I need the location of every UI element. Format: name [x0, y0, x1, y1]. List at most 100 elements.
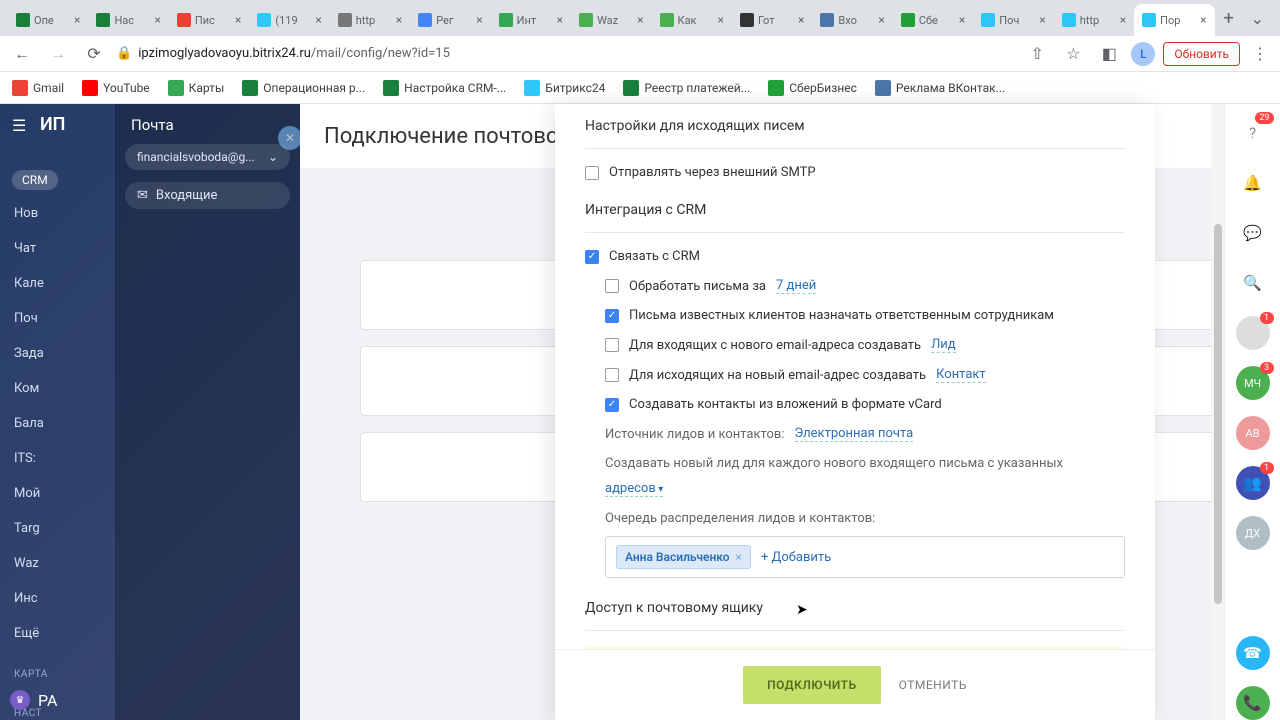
sidebar-item[interactable]: Ком [0, 371, 115, 406]
browser-tab[interactable]: Пор× [1134, 4, 1214, 36]
close-icon[interactable]: ✕ [278, 126, 300, 150]
bookmark-item[interactable]: Настройка CRM-... [383, 80, 506, 96]
close-icon[interactable]: × [878, 13, 884, 27]
sidebar-item[interactable]: Чат [0, 231, 115, 266]
close-icon[interactable]: × [798, 13, 804, 27]
phone-icon[interactable]: 📞 [1236, 686, 1270, 720]
connect-button[interactable]: ПОДКЛЮЧИТЬ [743, 666, 881, 704]
browser-tab[interactable]: http× [330, 4, 410, 36]
star-icon[interactable]: ☆ [1059, 40, 1087, 68]
sidebar-item[interactable]: Зада [0, 336, 115, 371]
extension-icon[interactable]: ◧ [1095, 40, 1123, 68]
add-user-button[interactable]: + Добавить [761, 550, 831, 565]
help-icon[interactable]: ?29 [1236, 116, 1270, 150]
bookmark-item[interactable]: Реклама ВКонтак... [875, 80, 1005, 96]
bookmark-item[interactable]: Gmail [12, 80, 64, 96]
new-tab-button[interactable]: + [1215, 4, 1243, 32]
link-crm-checkbox[interactable] [585, 250, 599, 264]
mail-account-dropdown[interactable]: financialsvoboda@g... ⌄ ✕ [125, 144, 290, 170]
sidebar-item[interactable]: Targ [0, 511, 115, 546]
newlead-dropdown[interactable]: адресов [605, 481, 663, 497]
search-icon[interactable]: 🔍 [1236, 266, 1270, 300]
sidebar-item[interactable]: ITS: [0, 441, 115, 476]
bookmark-item[interactable]: YouTube [82, 80, 150, 96]
process-days-link[interactable]: 7 дней [776, 278, 816, 294]
bell-icon[interactable]: 🔔 [1236, 166, 1270, 200]
browser-tab[interactable]: Рег× [410, 4, 490, 36]
incoming-checkbox[interactable] [605, 338, 619, 352]
browser-tab[interactable]: Как× [652, 4, 732, 36]
browser-tab[interactable]: Пис× [169, 4, 249, 36]
bookmark-item[interactable]: Битрикс24 [524, 80, 605, 96]
outgoing-checkbox[interactable] [605, 368, 619, 382]
contact-avatar[interactable]: МЧ3 [1236, 366, 1270, 400]
cancel-button[interactable]: ОТМЕНИТЬ [899, 678, 967, 692]
reload-button[interactable]: ⟳ [80, 40, 108, 68]
sidebar-item[interactable]: Бала [0, 406, 115, 441]
sidebar-item[interactable]: Waz [0, 546, 115, 581]
menu-icon[interactable]: ⋮ [1248, 44, 1272, 63]
process-mail-checkbox[interactable] [605, 279, 619, 293]
source-link[interactable]: Электронная почта [795, 426, 914, 442]
queue-tagbox[interactable]: Анна Васильченко × + Добавить [605, 536, 1125, 578]
close-icon[interactable]: × [1200, 13, 1206, 27]
back-button[interactable]: ← [8, 40, 36, 68]
contact-avatar[interactable]: 1 [1236, 316, 1270, 350]
browser-tab[interactable]: (119× [249, 4, 329, 36]
close-icon[interactable]: × [1039, 13, 1045, 27]
sidebar-item[interactable]: Нов [0, 196, 115, 231]
browser-tab[interactable]: Вхо× [812, 4, 892, 36]
sidebar-item[interactable]: Ещё [0, 616, 115, 651]
sidebar-item[interactable]: Кале [0, 266, 115, 301]
close-icon[interactable]: × [154, 13, 160, 27]
browser-tab[interactable]: Опе× [8, 4, 88, 36]
sidebar-footer[interactable]: ♛ РА [10, 690, 57, 710]
sidebar-item[interactable]: Поч [0, 301, 115, 336]
group-icon[interactable]: 👥1 [1236, 466, 1270, 500]
lines-icon[interactable]: ☎ [1236, 636, 1270, 670]
profile-avatar[interactable]: L [1131, 42, 1155, 66]
scrollbar-track[interactable] [1211, 104, 1224, 720]
browser-tab[interactable]: Поч× [973, 4, 1053, 36]
sidebar-item[interactable]: Мой [0, 476, 115, 511]
tabs-dropdown[interactable]: ⌄ [1243, 9, 1272, 28]
url-field[interactable]: 🔒 ipzimoglyadovaoyu.bitrix24.ru/mail/con… [116, 46, 1015, 61]
share-icon[interactable]: ⇧ [1023, 40, 1051, 68]
tag-remove-icon[interactable]: × [736, 550, 742, 564]
incoming-type-link[interactable]: Лид [931, 337, 956, 353]
chat-icon[interactable]: 💬 [1236, 216, 1270, 250]
bookmark-item[interactable]: Реестр платежей... [623, 80, 750, 96]
browser-tab[interactable]: http× [1054, 4, 1134, 36]
vcard-checkbox[interactable] [605, 398, 619, 412]
bookmark-item[interactable]: Операционная р... [242, 80, 365, 96]
sidebar-item[interactable]: Инс [0, 581, 115, 616]
close-icon[interactable]: × [235, 13, 241, 27]
outgoing-type-link[interactable]: Контакт [936, 367, 986, 383]
close-icon[interactable]: × [74, 13, 80, 27]
browser-tab[interactable]: Сбе× [893, 4, 973, 36]
contact-avatar[interactable]: АВ [1236, 416, 1270, 450]
menu-icon[interactable]: ☰ [12, 116, 26, 135]
close-icon[interactable]: × [557, 13, 563, 27]
close-icon[interactable]: × [1120, 13, 1126, 27]
browser-tab[interactable]: Инт× [491, 4, 571, 36]
browser-tab[interactable]: Гот× [732, 4, 812, 36]
scrollbar-thumb[interactable] [1214, 224, 1222, 604]
known-clients-checkbox[interactable] [605, 309, 619, 323]
smtp-checkbox[interactable] [585, 166, 599, 180]
close-icon[interactable]: × [396, 13, 402, 27]
crm-chip[interactable]: CRM [12, 170, 58, 190]
bookmark-item[interactable]: СберБизнес [768, 80, 857, 96]
browser-tab[interactable]: Waz× [571, 4, 651, 36]
update-button[interactable]: Обновить [1163, 42, 1240, 66]
close-icon[interactable]: × [718, 13, 724, 27]
close-icon[interactable]: × [959, 13, 965, 27]
inbox-folder[interactable]: ✉ Входящие [125, 182, 290, 209]
sidebar-section[interactable]: КАРТА [0, 659, 115, 690]
contact-avatar[interactable]: ДХ [1236, 516, 1270, 550]
close-icon[interactable]: × [315, 13, 321, 27]
close-icon[interactable]: × [476, 13, 482, 27]
browser-tab[interactable]: Нас× [88, 4, 168, 36]
forward-button[interactable]: → [44, 40, 72, 68]
close-icon[interactable]: × [637, 13, 643, 27]
